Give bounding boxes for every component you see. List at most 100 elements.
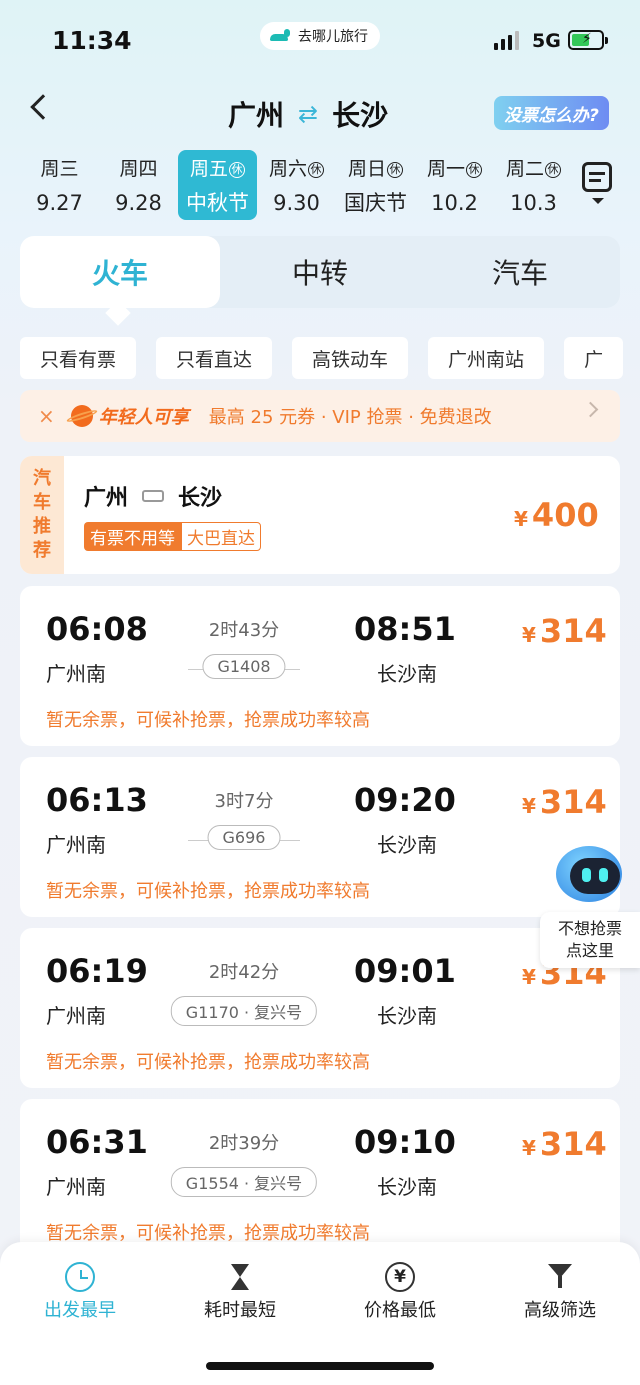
filter-guangzhou-south[interactable]: 广州南站 [428, 337, 545, 379]
robot-bubble[interactable]: 不想抢票 点这里 [540, 912, 640, 968]
tab-transfer[interactable]: 中转 [220, 236, 420, 308]
arrival-time: 08:51 [354, 610, 456, 648]
date-item[interactable]: 周三 9.27 [20, 150, 99, 220]
date-strip: 周三 9.27 周四 9.28 周五休中秋节 周六休 9.30 周日休国庆节 周一休 10.2 周二… [20, 150, 573, 220]
bus-recommend-card[interactable]: 汽车推荐 广州 长沙 有票不用等 大巴直达 ¥400 [20, 456, 620, 574]
bus-price: ¥400 [514, 496, 599, 534]
date-item[interactable]: 周六休 9.30 [257, 150, 336, 220]
bus-side-label: 汽车推荐 [20, 456, 64, 574]
chevron-down-icon[interactable] [592, 198, 604, 204]
date-weekday: 周五休 [178, 158, 257, 180]
date-weekday: 周日休 [336, 158, 415, 180]
departure-station: 广州南 [46, 833, 106, 857]
advanced-filter[interactable]: 高级筛选 [480, 1262, 640, 1322]
holiday-rest-badge: 休 [466, 162, 482, 178]
departure-time: 06:19 [46, 952, 148, 990]
departure-time: 06:31 [46, 1123, 148, 1161]
filter-high-speed[interactable]: 高铁动车 [292, 337, 409, 379]
robot-line2: 点这里 [565, 941, 614, 960]
train-card[interactable]: 06:31 2时39分 09:10 广州南 G1554 · 复兴号 长沙南 ¥314 暂无余票… [20, 1099, 620, 1259]
currency-symbol: ¥ [522, 623, 536, 647]
close-icon[interactable]: × [38, 404, 55, 428]
train-card[interactable]: 06:13 3时7分 09:20 广州南 G696 长沙南 ¥314 暂无余票，可候补抢票，抢… [20, 757, 620, 917]
camel-logo-icon [268, 29, 292, 43]
planet-icon [70, 405, 93, 427]
sort-cheapest[interactable]: ¥ 价格最低 [320, 1262, 480, 1322]
promo-text: 最高 25 元券 · VIP 抢票 · 免费退改 [208, 407, 492, 428]
bus-tag-available: 有票不用等 [84, 522, 181, 551]
date-item[interactable]: 周一休 10.2 [415, 150, 494, 220]
back-icon[interactable] [30, 94, 56, 120]
date-label: 10.3 [510, 191, 557, 215]
train-number: G1408 [202, 654, 286, 679]
date-item[interactable]: 周二休 10.3 [494, 150, 573, 220]
ticket-status-note: 暂无余票，可候补抢票，抢票成功率较高 [46, 710, 370, 731]
ticket-status-note: 暂无余票，可候补抢票，抢票成功率较高 [46, 881, 370, 902]
date-item[interactable]: 周五休中秋节 [178, 150, 257, 220]
date-label: 9.28 [115, 191, 162, 215]
filter-direct-only[interactable]: 只看直达 [156, 337, 273, 379]
departure-station: 广州南 [46, 1004, 106, 1028]
holiday-rest-badge: 休 [229, 162, 245, 178]
origin-city: 广州 [228, 99, 285, 132]
duration: 2时42分 [208, 962, 280, 983]
signal-icon [494, 30, 519, 50]
date-label: 9.27 [36, 191, 83, 215]
swap-icon[interactable]: ⇄ [298, 100, 318, 128]
app-badge-label: 去哪儿旅行 [298, 29, 368, 45]
currency-symbol: ¥ [522, 1136, 536, 1160]
filter-chips: 只看有票 只看直达 高铁动车 广州南站 广 [20, 337, 624, 379]
sort-earliest[interactable]: 出发最早 [0, 1262, 160, 1322]
sort-earliest-label: 出发最早 [44, 1300, 116, 1321]
duration: 3时7分 [214, 791, 274, 812]
home-indicator [206, 1362, 434, 1370]
robot-assistant-icon[interactable] [550, 842, 628, 908]
chevron-right-icon [582, 401, 599, 418]
date-weekday: 周三 [40, 158, 79, 180]
departure-time: 06:08 [46, 610, 148, 648]
train-price: ¥314 [522, 612, 607, 650]
calendar-icon[interactable] [582, 162, 612, 192]
destination-city: 长沙 [332, 99, 389, 132]
train-price: ¥314 [522, 783, 607, 821]
app-badge[interactable]: 去哪儿旅行 [260, 22, 380, 50]
arrival-time: 09:01 [354, 952, 456, 990]
duration: 2时39分 [208, 1133, 280, 1154]
date-item[interactable]: 周四 9.28 [99, 150, 178, 220]
bus-tags: 有票不用等 大巴直达 [84, 522, 261, 551]
train-price-value: 314 [539, 1125, 607, 1163]
clock-icon [65, 1262, 95, 1292]
date-weekday: 周四 [119, 158, 158, 180]
filter-available-only[interactable]: 只看有票 [20, 337, 137, 379]
currency-symbol: ¥ [514, 507, 528, 531]
arrival-time: 09:10 [354, 1123, 456, 1161]
bus-icon [142, 490, 165, 502]
filter-more[interactable]: 广 [564, 337, 624, 379]
advanced-filter-label: 高级筛选 [524, 1300, 596, 1321]
bus-to: 长沙 [178, 486, 223, 511]
holiday-rest-badge: 休 [545, 162, 561, 178]
bus-tag-direct: 大巴直达 [181, 522, 261, 551]
network-label: 5G [532, 30, 561, 52]
date-item[interactable]: 周日休国庆节 [336, 150, 415, 220]
tab-bus[interactable]: 汽车 [420, 236, 620, 308]
train-card[interactable]: 06:08 2时43分 08:51 广州南 G1408 长沙南 ¥314 暂无余票，可候补抢票… [20, 586, 620, 746]
route-title[interactable]: 广州 ⇄ 长沙 [228, 94, 388, 134]
currency-symbol: ¥ [522, 965, 536, 989]
train-price: ¥314 [522, 1125, 607, 1163]
date-label: 10.2 [431, 191, 478, 215]
status-time: 11:34 [52, 26, 132, 55]
filter-icon [545, 1262, 575, 1292]
train-card[interactable]: 06:19 2时42分 09:01 广州南 G1170 · 复兴号 长沙南 ¥314 暂无余票… [20, 928, 620, 1088]
date-label: 中秋节 [186, 191, 249, 215]
currency-symbol: ¥ [522, 794, 536, 818]
date-label: 国庆节 [344, 191, 407, 215]
sort-shortest[interactable]: 耗时最短 [160, 1262, 320, 1322]
train-price-value: 314 [539, 612, 607, 650]
holiday-rest-badge: 休 [387, 162, 403, 178]
no-ticket-help-button[interactable]: 没票怎么办? [494, 96, 609, 130]
train-number: G1170 · 复兴号 [170, 996, 318, 1026]
date-weekday: 周一休 [415, 158, 494, 180]
tab-train[interactable]: 火车 [20, 236, 220, 308]
promo-banner[interactable]: × 年轻人可享 最高 25 元券 · VIP 抢票 · 免费退改 [20, 390, 620, 442]
